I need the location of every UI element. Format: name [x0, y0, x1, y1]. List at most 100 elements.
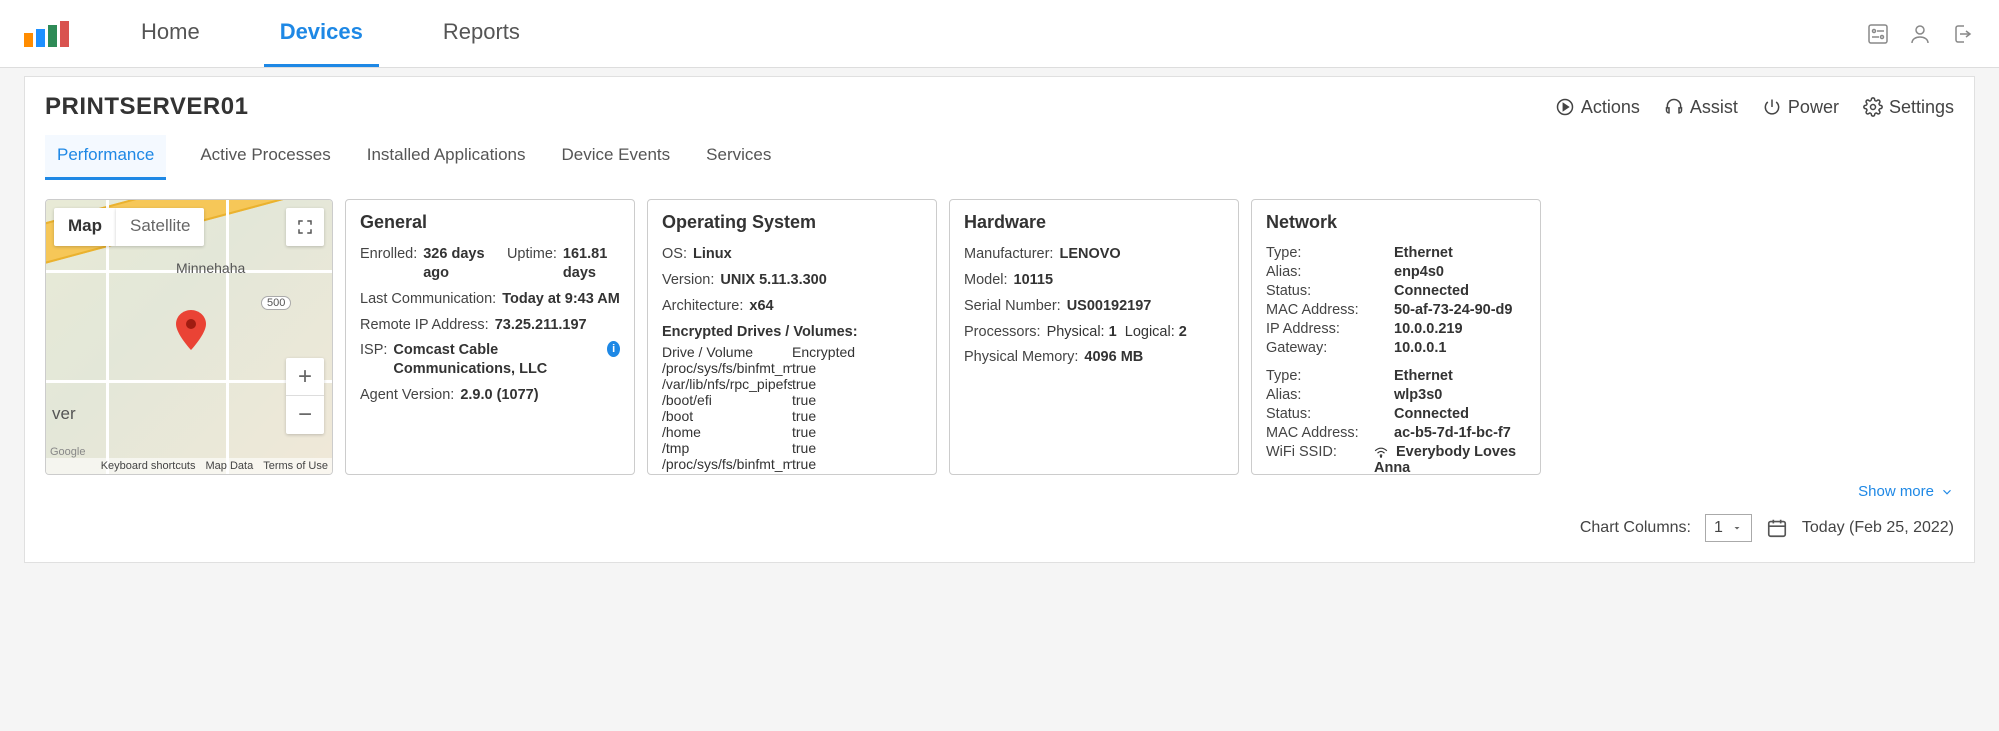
tab-installed-applications[interactable]: Installed Applications [365, 135, 528, 180]
assist-button[interactable]: Assist [1664, 97, 1738, 118]
mfr-label: Manufacturer: [964, 245, 1053, 264]
nav-home[interactable]: Home [125, 0, 216, 67]
gear-icon [1863, 97, 1883, 117]
page-title: PRINTSERVER01 [45, 93, 248, 121]
map-view-button[interactable]: Map [54, 208, 116, 246]
table-row: /true [662, 472, 922, 475]
tab-services[interactable]: Services [704, 135, 773, 180]
chevron-down-icon [1940, 485, 1954, 499]
route-badge: 500 [261, 296, 291, 310]
enrolled-value: 326 days ago [423, 245, 487, 283]
terms-link[interactable]: Terms of Use [263, 460, 328, 472]
drives-col-path: Drive / Volume [662, 344, 792, 360]
actions-button[interactable]: Actions [1555, 97, 1640, 118]
card-title: Network [1266, 212, 1526, 233]
preferences-icon[interactable] [1865, 21, 1891, 47]
calendar-icon[interactable] [1766, 517, 1788, 539]
dropdown-icon [1731, 522, 1743, 534]
arch-value: x64 [749, 297, 773, 316]
remoteip-label: Remote IP Address: [360, 316, 489, 335]
table-row: /var/lib/nfs/rpc_pipefstrue [662, 376, 922, 392]
table-row: /hometrue [662, 424, 922, 440]
serial-value: US00192197 [1067, 297, 1152, 316]
table-row: /boottrue [662, 408, 922, 424]
user-icon[interactable] [1907, 21, 1933, 47]
drives-header: Encrypted Drives / Volumes: [662, 324, 922, 340]
network-interface: Type:Ethernet Alias:wlp3s0 Status:Connec… [1266, 368, 1526, 475]
serial-label: Serial Number: [964, 297, 1061, 316]
keyboard-shortcuts-link[interactable]: Keyboard shortcuts [101, 460, 196, 472]
page-actions: Actions Assist Power Settings [1555, 97, 1954, 118]
chart-controls: Chart Columns: 1 Today (Feb 25, 2022) [45, 514, 1954, 542]
top-nav: Home Devices Reports [0, 0, 1999, 68]
map-pin-icon [176, 310, 206, 350]
mfr-value: LENOVO [1059, 245, 1120, 264]
page-header: PRINTSERVER01 Actions Assist Power Setti… [45, 93, 1954, 121]
map-zoom-control: + − [286, 358, 324, 434]
page-container: PRINTSERVER01 Actions Assist Power Setti… [24, 76, 1975, 563]
map-attribution: Google [50, 446, 85, 458]
info-icon[interactable]: i [607, 341, 620, 357]
proc-label: Processors: [964, 323, 1041, 342]
card-title: Operating System [662, 212, 922, 233]
os-label: OS: [662, 245, 687, 264]
power-icon [1762, 97, 1782, 117]
headset-icon [1664, 97, 1684, 117]
table-row: /tmptrue [662, 440, 922, 456]
map-data-link[interactable]: Map Data [206, 460, 254, 472]
play-circle-icon [1555, 97, 1575, 117]
date-range-text: Today (Feb 25, 2022) [1802, 519, 1954, 537]
chart-columns-label: Chart Columns: [1580, 519, 1691, 537]
version-label: Version: [662, 271, 714, 290]
table-row: /boot/efitrue [662, 392, 922, 408]
enrolled-label: Enrolled: [360, 245, 417, 283]
info-cards: Minnehaha ver 500 Map Satellite + − Goog… [45, 199, 1954, 475]
lastcomm-label: Last Communication: [360, 290, 496, 309]
uptime-value: 161.81 days [563, 245, 620, 283]
map-place-label: Minnehaha [176, 260, 245, 276]
app-logo [24, 21, 69, 47]
chart-columns-select[interactable]: 1 [1705, 514, 1752, 542]
nav-reports[interactable]: Reports [427, 0, 536, 67]
power-button[interactable]: Power [1762, 97, 1839, 118]
model-value: 10115 [1014, 271, 1054, 290]
logout-icon[interactable] [1949, 21, 1975, 47]
hardware-card: Hardware Manufacturer: LENOVO Model: 10115… [949, 199, 1239, 475]
settings-button[interactable]: Settings [1863, 97, 1954, 118]
tab-device-events[interactable]: Device Events [560, 135, 673, 180]
nav-icon-group [1865, 21, 1975, 47]
show-more-link[interactable]: Show more [45, 483, 1954, 500]
network-card: Network Type:Ethernet Alias:enp4s0 Statu… [1251, 199, 1541, 475]
table-row: /proc/sys/fs/binfmt_misctrue [662, 456, 922, 472]
satellite-view-button[interactable]: Satellite [116, 208, 204, 246]
os-card: Operating System OS: Linux Version: UNIX 5… [647, 199, 937, 475]
zoom-out-button[interactable]: − [286, 396, 324, 434]
nav-devices[interactable]: Devices [264, 0, 379, 67]
zoom-in-button[interactable]: + [286, 358, 324, 396]
map-footer: Keyboard shortcuts Map Data Terms of Use [46, 458, 332, 474]
drives-table: Drive / Volume Encrypted /proc/sys/fs/bi… [662, 344, 922, 475]
version-value: UNIX 5.11.3.300 [720, 271, 826, 290]
isp-label: ISP: [360, 341, 387, 379]
map-card: Minnehaha ver 500 Map Satellite + − Goog… [45, 199, 333, 475]
tab-performance[interactable]: Performance [45, 135, 166, 180]
main-nav-tabs: Home Devices Reports [125, 0, 1865, 67]
general-card: General Enrolled:326 days ago Uptime:161… [345, 199, 635, 475]
map-place-label: ver [52, 404, 76, 424]
card-title: Hardware [964, 212, 1224, 233]
table-row: /proc/sys/fs/binfmt_misctrue [662, 360, 922, 376]
lastcomm-value: Today at 9:43 AM [502, 290, 620, 309]
card-title: General [360, 212, 620, 233]
os-value: Linux [693, 245, 732, 264]
model-label: Model: [964, 271, 1008, 290]
agent-label: Agent Version: [360, 386, 454, 405]
agent-value: 2.9.0 (1077) [460, 386, 538, 405]
fullscreen-button[interactable] [286, 208, 324, 246]
remoteip-value: 73.25.211.197 [495, 316, 587, 335]
mem-value: 4096 MB [1084, 348, 1143, 367]
tab-active-processes[interactable]: Active Processes [198, 135, 332, 180]
mem-label: Physical Memory: [964, 348, 1078, 367]
isp-value: Comcast Cable Communications, LLC [393, 341, 603, 379]
network-interface: Type:Ethernet Alias:enp4s0 Status:Connec… [1266, 245, 1526, 356]
fullscreen-icon [296, 218, 314, 236]
